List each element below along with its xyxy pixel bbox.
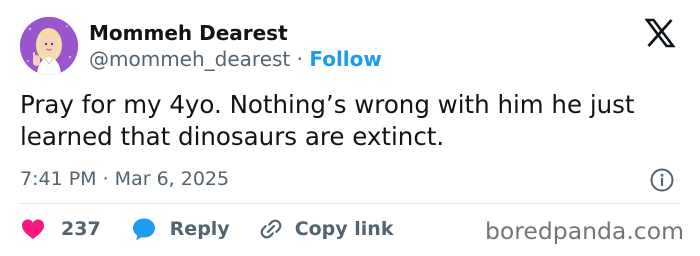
user-handle[interactable]: @mommeh_dearest (89, 47, 290, 71)
follow-button[interactable]: Follow (309, 47, 382, 71)
copy-link-label: Copy link (294, 218, 394, 240)
action-bar: 237 Reply Copy link (20, 214, 393, 244)
tweet-timestamp[interactable]: 7:41 PM · Mar 6, 2025 (20, 166, 229, 192)
link-icon (260, 219, 282, 239)
speech-bubble-icon (132, 218, 155, 241)
reply-button[interactable]: Reply (131, 214, 230, 244)
copy-link-button[interactable]: Copy link (258, 214, 394, 244)
avatar-image (20, 17, 78, 75)
reply-label: Reply (169, 218, 230, 240)
handle-separator: · (296, 47, 303, 71)
display-name[interactable]: Mommeh Dearest (89, 20, 288, 46)
info-icon[interactable] (649, 167, 675, 193)
heart-icon (22, 219, 44, 239)
handle-line: @mommeh_dearest · Follow (89, 46, 382, 72)
like-button[interactable]: 237 (20, 214, 101, 244)
watermark: boredpanda.com (484, 217, 684, 245)
avatar[interactable] (20, 17, 78, 75)
like-count: 237 (61, 218, 101, 240)
tweet-text: Pray for my 4yo. Nothing’s wrong with hi… (20, 90, 635, 151)
divider (20, 203, 680, 204)
x-logo-icon[interactable] (644, 18, 676, 48)
